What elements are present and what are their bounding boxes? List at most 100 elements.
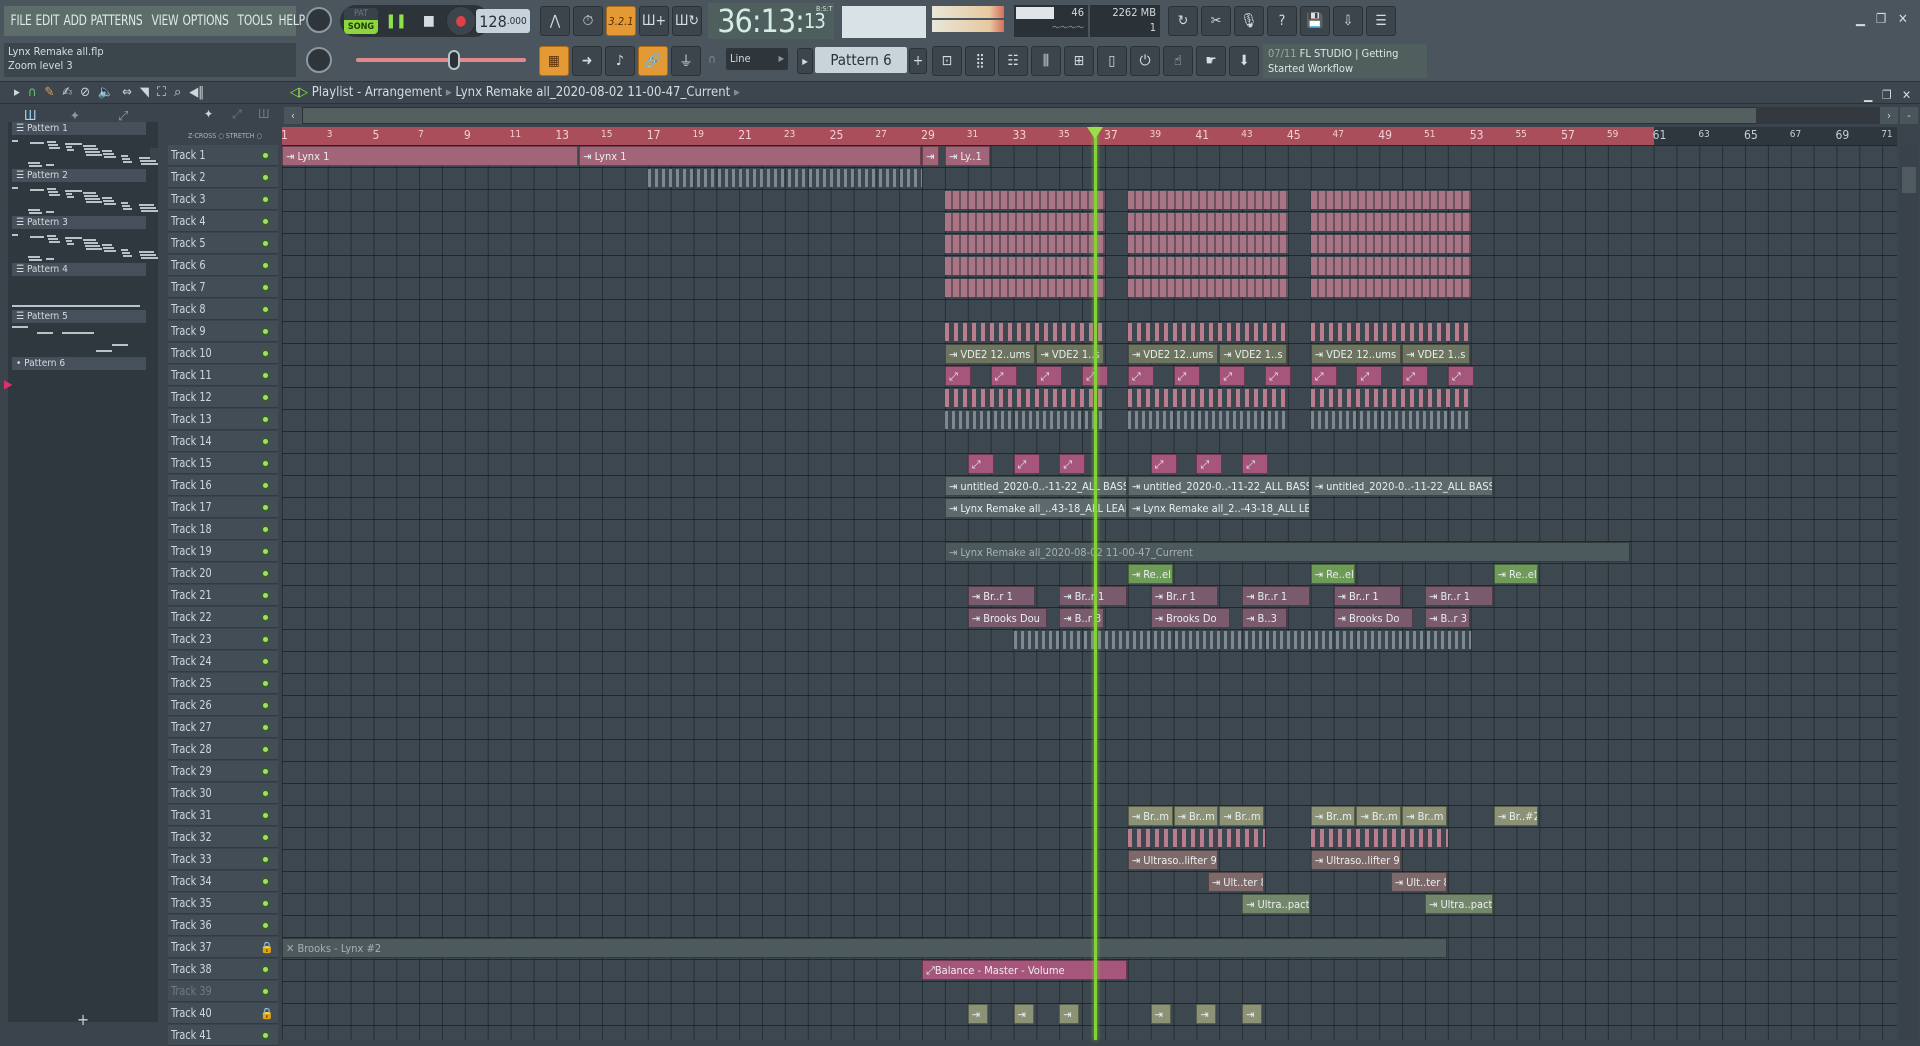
track-header[interactable]: Track 2	[168, 167, 278, 188]
mixer-button[interactable]: ⫼	[1031, 46, 1061, 76]
playlist-clip[interactable]: ⇥ untitled_2020-0..-11-22_ALL BASS	[1127, 476, 1310, 496]
track-mute-led[interactable]	[261, 371, 270, 380]
zoom-icon[interactable]: ⌕	[174, 85, 181, 100]
track-header[interactable]: Track 25	[168, 673, 278, 694]
tempo-display[interactable]: 128.000	[476, 9, 530, 33]
track-mute-led[interactable]	[261, 723, 270, 732]
track-mute-led[interactable]	[261, 877, 270, 886]
delete-icon[interactable]: ⊘	[80, 85, 90, 100]
automation-clip[interactable]: ⤢	[1036, 366, 1063, 386]
track-mute-led[interactable]	[261, 569, 270, 578]
channel-rack-button[interactable]: ☷	[998, 46, 1028, 76]
track-mute-led[interactable]	[261, 591, 270, 600]
clip-pattern-strip[interactable]	[944, 389, 1105, 407]
playlist-clip[interactable]: ⇥ B..r 3	[1425, 608, 1470, 628]
playlist-clip[interactable]: ⇥ Ly..1	[944, 146, 990, 166]
playlist-clip[interactable]: ⇥ Brooks Dou	[967, 608, 1047, 628]
track-header[interactable]: Track 15	[168, 453, 278, 474]
track-mute-led[interactable]	[261, 217, 270, 226]
playlist-clip[interactable]: ⇥ VDE2 12..ums 5	[1127, 344, 1219, 364]
track-mute-led[interactable]	[261, 305, 270, 314]
playlist-clip[interactable]: ⇥ Re..el	[1310, 564, 1356, 584]
clip-pattern-strip[interactable]	[1310, 323, 1471, 341]
magnet-icon[interactable]: ∩	[708, 52, 716, 66]
snap-selector[interactable]: Line ▶	[726, 48, 788, 70]
menu-file[interactable]: FILE	[8, 13, 34, 29]
clip-pattern-strip[interactable]	[1127, 279, 1288, 297]
playlist-clip[interactable]: ⇥ Ultra..pact 7	[1425, 894, 1493, 914]
playlist-clip[interactable]: ⇥ B..3	[1242, 608, 1287, 628]
clip-pattern-strip[interactable]	[944, 323, 1105, 341]
clip-pattern-strip[interactable]	[1310, 411, 1471, 429]
track-header[interactable]: Track 20	[168, 563, 278, 584]
magnet-icon[interactable]: ∩	[28, 85, 37, 100]
vertical-scroll-thumb[interactable]	[1902, 167, 1916, 193]
track-mute-led[interactable]	[261, 547, 270, 556]
playlist-clip[interactable]: ⇥ Re..el	[1493, 564, 1539, 584]
playlist-clip[interactable]: ⇥ Brooks Do	[1333, 608, 1413, 628]
playhead[interactable]	[1093, 127, 1097, 1040]
track-header[interactable]: Track 12	[168, 387, 278, 408]
playlist-view-button[interactable]: ▦	[539, 46, 569, 76]
automation-clip[interactable]: ⤢	[1219, 366, 1246, 386]
playlist-clip[interactable]: ⇥	[922, 146, 940, 166]
track-header[interactable]: Track 1	[168, 145, 278, 166]
clip-pattern-strip[interactable]	[1310, 235, 1471, 253]
playlist-clip[interactable]: ⇥ VDE2 12..ums 5	[1310, 344, 1402, 364]
clip-pattern-strip[interactable]	[1013, 631, 1471, 649]
playlist-clip[interactable]: ⇥ Br..r 1	[1425, 586, 1493, 606]
automation-clip[interactable]: ⤢	[1242, 454, 1269, 474]
track-header[interactable]: Track 38	[168, 959, 278, 980]
clip-pattern-strip[interactable]	[944, 213, 1105, 231]
automation-clip-icon[interactable]: ⤢	[232, 107, 242, 122]
slider-thumb[interactable]	[448, 50, 460, 70]
pause-button[interactable]: ❚❚	[381, 6, 411, 36]
playlist-clip[interactable]: ⇥ Br..m	[1173, 806, 1219, 826]
automation-clip[interactable]: ⤢	[1402, 366, 1429, 386]
menu-add[interactable]: ADD	[61, 13, 89, 29]
track-header[interactable]: Track 27	[168, 717, 278, 738]
export-button[interactable]: ⇩	[1333, 6, 1363, 36]
paint-icon[interactable]: ✍	[62, 85, 72, 100]
pattern-clip[interactable]: ⇥	[967, 1004, 988, 1024]
clip-pattern-strip[interactable]	[944, 257, 1105, 275]
clip-pattern-strip[interactable]	[1127, 191, 1288, 209]
track-header[interactable]: Track 32	[168, 827, 278, 848]
clip-pattern-strip[interactable]	[1127, 235, 1288, 253]
minimize-icon[interactable]: ▁	[1856, 12, 1865, 27]
track-mute-led[interactable]	[261, 811, 270, 820]
menu-view[interactable]: VIEW	[149, 13, 181, 29]
fader-button[interactable]: ⏚	[671, 46, 701, 76]
automation-clip[interactable]: ⤢	[1173, 366, 1200, 386]
select-icon[interactable]: ⛶	[157, 85, 166, 100]
playlist-clip[interactable]: ⇥ Br..r 1	[1333, 586, 1402, 606]
playlist-clip[interactable]: ⇥ Ultraso..lifter 9	[1127, 850, 1219, 870]
playlist-clip[interactable]: ⇥ Br..r 1	[1242, 586, 1310, 606]
add-pattern-plus[interactable]: +	[8, 1010, 158, 1036]
clip-pattern-strip[interactable]	[1127, 323, 1288, 341]
playlist-clip[interactable]: ⇥ Ult..ter 8	[1390, 872, 1447, 892]
automation-clip[interactable]: ⤢	[1310, 366, 1337, 386]
clip-pattern-strip[interactable]	[944, 235, 1105, 253]
clip-pattern-strip[interactable]	[1310, 213, 1471, 231]
track-header[interactable]: Track 5	[168, 233, 278, 254]
track-mute-led[interactable]	[261, 415, 270, 424]
track-mute-led[interactable]	[261, 701, 270, 710]
clip-pattern-strip[interactable]	[1127, 389, 1288, 407]
track-mute-led[interactable]	[261, 349, 270, 358]
track-header[interactable]: Track 26	[168, 695, 278, 716]
scroll-right-button[interactable]: ›	[1880, 107, 1898, 124]
zcross-toggle[interactable]: Z-CROSS ○ STRETCH ○	[188, 132, 262, 140]
automation-clip[interactable]: ⤢	[990, 366, 1017, 386]
picker-scrollbar[interactable]	[150, 148, 162, 160]
automation-clip[interactable]: ⤢	[1356, 366, 1383, 386]
metronome-button[interactable]: ⋀	[540, 6, 570, 36]
playlist-clip[interactable]: ⇥ Br..m	[1402, 806, 1447, 826]
track-header[interactable]: Track 37 🔒	[168, 937, 278, 958]
news-panel[interactable]: 07/11 FL STUDIO | Getting Started Workfl…	[1263, 44, 1427, 78]
playlist-clip[interactable]: ⇥ Lynx Remake all_..43-18_ALL LEAD	[944, 498, 1127, 518]
menu-help[interactable]: HELP	[276, 13, 307, 29]
track-header[interactable]: Track 23	[168, 629, 278, 650]
menu-edit[interactable]: EDIT	[33, 13, 62, 29]
playlist-clip[interactable]: ⇥ Lynx 1	[282, 146, 579, 166]
